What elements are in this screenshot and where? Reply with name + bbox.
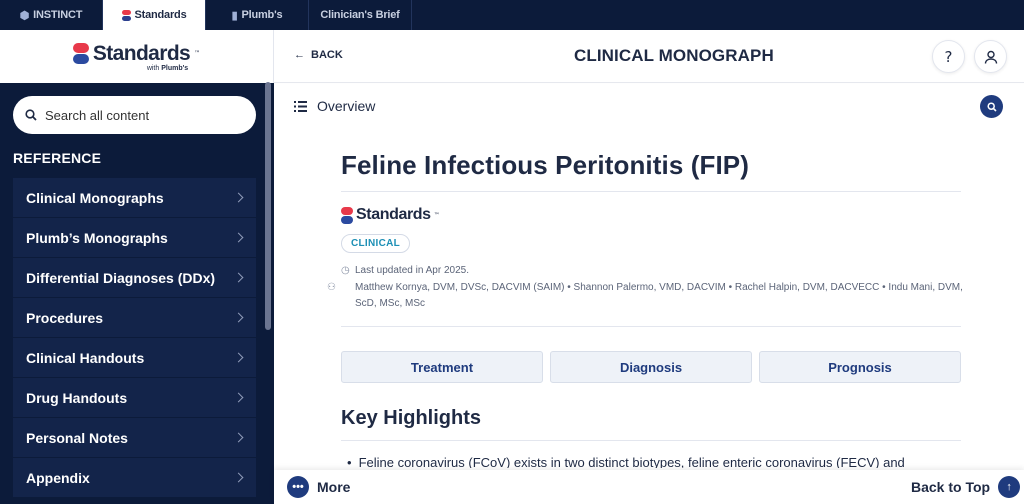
arrow-up-icon: ↑ — [998, 476, 1021, 498]
product-tab-label: Clinician's Brief — [320, 9, 400, 21]
sidebar-item-label: Drug Handouts — [26, 389, 128, 406]
back-button[interactable]: ← BACK — [294, 49, 343, 61]
list-icon — [294, 100, 307, 112]
chevron-right-icon — [233, 272, 244, 283]
person-icon: ⚇ — [327, 282, 336, 293]
key-highlights-heading: Key Highlights — [341, 407, 482, 429]
authors: ⚇ Matthew Kornya, DVM, DVSc, DACVIM (SAIM… — [327, 280, 966, 312]
standards-logo[interactable]: Standards ™ with Plumb's — [0, 30, 274, 83]
sidebar-item-label: Clinical Handouts — [26, 349, 145, 366]
overview-label: Overview — [317, 98, 376, 114]
tab-prognosis[interactable]: Prognosis — [759, 351, 961, 383]
app: ⬢ INSTINCT Standards ▮ Plumb's Clinician… — [0, 0, 1024, 504]
chevron-right-icon — [233, 192, 244, 203]
product-tab-standards[interactable]: Standards — [103, 0, 206, 30]
bottom-bar: ••• More Back to Top ↑ — [274, 470, 1024, 504]
plumbs-logo-icon: ▮ — [231, 9, 238, 22]
brand-tm: ™ — [433, 211, 440, 219]
back-to-top-label: Back to Top — [911, 479, 991, 495]
clinical-badge: CLINICAL — [341, 234, 411, 253]
sidebar-item-clinical-handouts[interactable]: Clinical Handouts — [13, 338, 256, 378]
sidebar-search[interactable] — [13, 96, 256, 134]
logo-word: Standards — [92, 41, 191, 65]
product-tab-clinicians-brief[interactable]: Clinician's Brief — [309, 0, 412, 30]
divider — [341, 326, 961, 327]
monograph-content: Feline Infectious Peritonitis (FIP) Stan… — [274, 128, 1024, 468]
monograph-brand: Standards ™ — [341, 206, 440, 224]
chevron-right-icon — [233, 392, 244, 403]
last-updated-text: Last updated in Apr 2025. — [355, 265, 469, 276]
page-title: CLINICAL MONOGRAPH — [574, 46, 774, 65]
sidebar-scrollbar[interactable] — [265, 82, 271, 330]
brand-word: Standards — [356, 206, 431, 223]
standards-logo-icon — [341, 206, 353, 224]
overview-bar: Overview — [274, 84, 1024, 128]
sidebar-item-label: Procedures — [26, 309, 104, 326]
last-updated: ◷ Last updated in Apr 2025. — [341, 263, 469, 279]
in-page-search-button[interactable] — [980, 95, 1003, 118]
tab-diagnosis[interactable]: Diagnosis — [550, 351, 752, 383]
chevron-right-icon — [233, 432, 244, 443]
product-tab-label: Standards — [134, 9, 187, 21]
logo-subtitle: with Plumb's — [147, 65, 188, 72]
product-tab-bar: ⬢ INSTINCT Standards ▮ Plumb's Clinician… — [0, 0, 1024, 30]
user-button[interactable] — [974, 40, 1007, 73]
user-icon — [984, 50, 997, 64]
search-icon — [25, 109, 37, 121]
section-tabs: Treatment Diagnosis Prognosis — [341, 351, 961, 383]
sidebar-item-differential-diagnoses[interactable]: Differential Diagnoses (DDx) — [13, 258, 256, 298]
logo-sub-brand: Plumb's — [161, 64, 189, 72]
back-label: BACK — [311, 49, 343, 61]
product-tab-label: INSTINCT — [33, 9, 83, 21]
clock-icon: ◷ — [341, 265, 350, 276]
divider — [341, 191, 961, 192]
search-icon — [986, 101, 997, 112]
product-tab-instinct[interactable]: ⬢ INSTINCT — [0, 0, 103, 30]
highlight-bullet: Feline coronavirus (FCoV) exists in two … — [347, 455, 905, 468]
logo-tm: ™ — [194, 50, 201, 57]
chevron-right-icon — [233, 232, 244, 243]
tab-treatment[interactable]: Treatment — [341, 351, 543, 383]
search-input[interactable] — [45, 107, 235, 123]
sidebar-nav: Clinical Monographs Plumb’s Monographs D… — [13, 178, 256, 498]
logo-sub-prefix: with — [146, 64, 160, 72]
product-tab-label: Plumb's — [241, 9, 283, 21]
sidebar-item-procedures[interactable]: Procedures — [13, 298, 256, 338]
authors-text: Matthew Kornya, DVM, DVSc, DACVIM (SAIM)… — [355, 282, 963, 309]
more-button[interactable]: ••• More — [287, 476, 350, 498]
more-label: More — [317, 479, 351, 495]
chevron-right-icon — [233, 312, 244, 323]
overview-toggle[interactable]: Overview — [294, 98, 375, 114]
standards-logo-icon — [72, 42, 89, 65]
sidebar-item-label: Personal Notes — [26, 429, 128, 446]
chevron-right-icon — [233, 352, 244, 363]
arrow-left-icon: ← — [294, 49, 305, 61]
sidebar-item-drug-handouts[interactable]: Drug Handouts — [13, 378, 256, 418]
monograph-title: Feline Infectious Peritonitis (FIP) — [341, 150, 749, 180]
help-icon: ? — [944, 47, 953, 66]
sidebar-item-personal-notes[interactable]: Personal Notes — [13, 418, 256, 458]
sidebar-section-title: REFERENCE — [13, 150, 102, 166]
sidebar-item-label: Clinical Monographs — [26, 189, 164, 206]
sidebar-item-clinical-monographs[interactable]: Clinical Monographs — [13, 178, 256, 218]
sidebar-item-label: Plumb’s Monographs — [26, 229, 168, 246]
more-dots-icon: ••• — [287, 476, 309, 498]
standards-logo-icon — [121, 9, 131, 21]
sidebar-item-label: Differential Diagnoses (DDx) — [26, 269, 216, 286]
sidebar-item-label: Appendix — [26, 469, 90, 486]
back-to-top-button[interactable]: Back to Top ↑ — [911, 476, 1021, 498]
chevron-right-icon — [233, 472, 244, 483]
sidebar-item-appendix[interactable]: Appendix — [13, 458, 256, 498]
instinct-icon: ⬢ — [19, 9, 30, 22]
help-button[interactable]: ? — [932, 40, 965, 73]
sidebar-item-plumbs-monographs[interactable]: Plumb’s Monographs — [13, 218, 256, 258]
page-header: ← BACK CLINICAL MONOGRAPH ? — [274, 30, 1024, 83]
divider — [341, 440, 961, 441]
product-tab-plumbs[interactable]: ▮ Plumb's — [206, 0, 309, 30]
